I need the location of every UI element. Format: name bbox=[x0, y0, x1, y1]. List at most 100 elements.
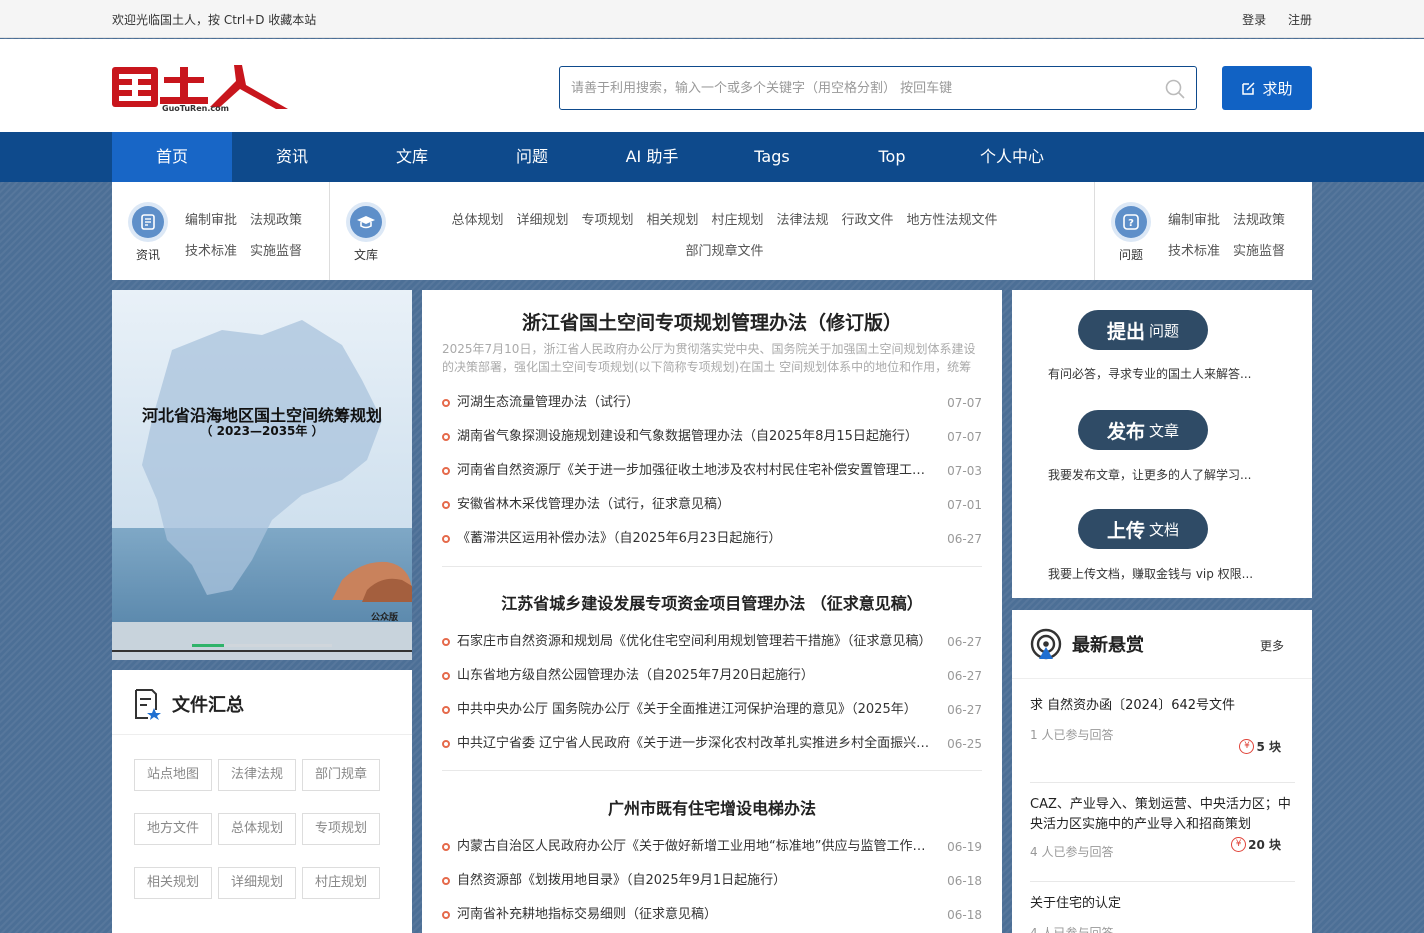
news-item-title[interactable]: 石家庄市自然资源和规划局《优化住宅空间利用规划管理若干措施》（征求意见稿） bbox=[457, 625, 935, 659]
category-link[interactable]: 编制审批 bbox=[1168, 213, 1220, 228]
bounty-more-link[interactable]: 更多 bbox=[1260, 637, 1284, 654]
news-item[interactable]: 中共中央办公厅 国务院办公厅《关于全面推进江河保护治理的意见》（2025年） 06… bbox=[442, 693, 982, 727]
category-link[interactable]: 专项规划 bbox=[581, 213, 633, 228]
news-item-title[interactable]: 《蓄滞洪区运用补偿办法》（自2025年6月23日起施行） bbox=[457, 522, 935, 556]
news-item-title[interactable]: 河南省补充耕地指标交易细则（征求意见稿） bbox=[457, 898, 935, 932]
bounty-question[interactable]: 求 自然资办函〔2024〕642号文件 bbox=[1030, 696, 1295, 716]
category-questions-icon-wrap[interactable]: ? 问题 bbox=[1109, 202, 1153, 263]
category-link[interactable]: 行政文件 bbox=[842, 213, 894, 228]
news-item-title[interactable]: 自然资源部《划拨用地目录》（自2025年9月1日起施行） bbox=[457, 864, 935, 898]
category-link[interactable]: 法规政策 bbox=[1233, 213, 1285, 228]
category-news: 资讯 编制审批 法规政策 技术标准 实施监督 bbox=[112, 182, 329, 280]
news-item-title[interactable]: 河南省自然资源厅《关于进一步加强征收土地涉及农村村民住宅补偿安置管理工作的通知》 bbox=[457, 454, 935, 488]
nav-item-top[interactable]: Top bbox=[832, 132, 952, 182]
help-button[interactable]: 求助 bbox=[1222, 66, 1312, 110]
upload-document-button[interactable]: 上传 文档 bbox=[1078, 509, 1208, 549]
file-summary-title: 文件汇总 bbox=[172, 695, 244, 716]
search-icon[interactable] bbox=[1164, 78, 1186, 100]
search-input[interactable] bbox=[560, 67, 1140, 109]
category-link[interactable]: 编制审批 bbox=[185, 213, 237, 228]
category-link[interactable]: 法规政策 bbox=[250, 213, 302, 228]
bounty-item[interactable]: 求 自然资办函〔2024〕642号文件 1 人已参与回答 ¥5 块 bbox=[1030, 696, 1295, 754]
bounty-reward-amount: 20 块 bbox=[1248, 838, 1281, 852]
category-link[interactable]: 实施监督 bbox=[250, 244, 302, 259]
news-item[interactable]: 中共辽宁省委 辽宁省人民政府《关于进一步深化农村改革扎实推进乡村全面振兴的实施意… bbox=[442, 727, 982, 761]
news-item-date: 06-25 bbox=[947, 737, 982, 751]
news-item[interactable]: 湖南省气象探测设施规划建设和气象数据管理办法（自2025年8月15日起施行） 07… bbox=[442, 420, 982, 454]
nav-item-tags[interactable]: Tags bbox=[712, 132, 832, 182]
news-item-title[interactable]: 河湖生态流量管理办法（试行） bbox=[457, 386, 935, 420]
site-logo[interactable]: GuoTuRen.com bbox=[112, 63, 292, 113]
category-link[interactable]: 实施监督 bbox=[1233, 244, 1285, 259]
news-item[interactable]: 安徽省林木采伐管理办法（试行，征求意见稿） 07-01 bbox=[442, 488, 982, 522]
slider-indicator[interactable] bbox=[192, 644, 332, 647]
category-link[interactable]: 地方性法规文件 bbox=[907, 213, 998, 228]
category-link[interactable]: 相关规划 bbox=[646, 213, 698, 228]
file-tag[interactable]: 详细规划 bbox=[218, 867, 296, 899]
news-item-title[interactable]: 中共中央办公厅 国务院办公厅《关于全面推进江河保护治理的意见》（2025年） bbox=[457, 693, 935, 727]
file-tag[interactable]: 相关规划 bbox=[134, 867, 212, 899]
account-links: 登录 注册 bbox=[1224, 11, 1312, 28]
news-item[interactable]: 石家庄市自然资源和规划局《优化住宅空间利用规划管理若干措施》（征求意见稿） 06-… bbox=[442, 625, 982, 659]
divider bbox=[1030, 782, 1295, 783]
category-questions: ? 问题 编制审批 法规政策 技术标准 实施监督 bbox=[1095, 182, 1312, 280]
banner-slide[interactable]: 河北省沿海地区国土空间统筹规划 （ 2023—2035年 ） 公众版 bbox=[112, 290, 412, 660]
nav-item-news[interactable]: 资讯 bbox=[232, 132, 352, 182]
ask-question-button[interactable]: 提出 问题 bbox=[1078, 310, 1208, 350]
category-news-icon-wrap[interactable]: 资讯 bbox=[126, 202, 170, 263]
bounty-question[interactable]: 关于住宅的认定 bbox=[1030, 894, 1295, 914]
file-tag[interactable]: 部门规章 bbox=[302, 759, 380, 791]
file-tag[interactable]: 村庄规划 bbox=[302, 867, 380, 899]
bounty-participants: 4 人已参与回答 bbox=[1030, 926, 1114, 933]
bullet-icon bbox=[442, 672, 450, 680]
category-link[interactable]: 村庄规划 bbox=[712, 213, 764, 228]
nav-item-ai-assistant[interactable]: AI 助手 bbox=[592, 132, 712, 182]
news-item[interactable]: 河湖生态流量管理办法（试行） 07-07 bbox=[442, 386, 982, 420]
login-link[interactable]: 登录 bbox=[1242, 13, 1266, 27]
category-link[interactable]: 总体规划 bbox=[451, 213, 503, 228]
sub-headline-title[interactable]: 广州市既有住宅增设电梯办法 bbox=[422, 795, 1002, 819]
nav-item-profile[interactable]: 个人中心 bbox=[952, 132, 1072, 182]
divider bbox=[442, 770, 982, 771]
register-link[interactable]: 注册 bbox=[1288, 13, 1312, 27]
publish-article-button[interactable]: 发布 文章 bbox=[1078, 410, 1208, 450]
nav-item-questions[interactable]: 问题 bbox=[472, 132, 592, 182]
news-item[interactable]: 山东省地方级自然公园管理办法（自2025年7月20日起施行） 06-27 bbox=[442, 659, 982, 693]
bounty-item[interactable]: CAZ、产业导入、策划运营、中央活力区；中央活力区实施中的产业导入和招商策划 4… bbox=[1030, 795, 1295, 860]
category-library-icon-wrap[interactable]: 文库 bbox=[344, 202, 388, 263]
category-questions-label: 问题 bbox=[1118, 248, 1143, 262]
news-item[interactable]: 自然资源部《划拨用地目录》（自2025年9月1日起施行） 06-18 bbox=[442, 864, 982, 898]
nav-item-library[interactable]: 文库 bbox=[352, 132, 472, 182]
news-item-title[interactable]: 中共辽宁省委 辽宁省人民政府《关于进一步深化农村改革扎实推进乡村全面振兴的实施意… bbox=[457, 727, 935, 761]
news-item[interactable]: 河南省自然资源厅《关于进一步加强征收土地涉及农村村民住宅补偿安置管理工作的通知》… bbox=[442, 454, 982, 488]
news-item-title[interactable]: 内蒙古自治区人民政府办公厅《关于做好新增工业用地“标准地”供应与监管工作的通知》 bbox=[457, 830, 935, 864]
file-tag[interactable]: 专项规划 bbox=[302, 813, 380, 845]
news-item-title[interactable]: 山东省地方级自然公园管理办法（自2025年7月20日起施行） bbox=[457, 659, 935, 693]
category-link[interactable]: 技术标准 bbox=[1168, 244, 1220, 259]
news-item-date: 07-01 bbox=[947, 498, 982, 512]
headline-title[interactable]: 浙江省国土空间专项规划管理办法（修订版） bbox=[422, 308, 1002, 335]
category-link[interactable]: 详细规划 bbox=[516, 213, 568, 228]
category-link[interactable]: 部门规章文件 bbox=[685, 244, 763, 259]
category-link[interactable]: 技术标准 bbox=[185, 244, 237, 259]
news-item-title[interactable]: 湖南省气象探测设施规划建设和气象数据管理办法（自2025年8月15日起施行） bbox=[457, 420, 935, 454]
bounty-item[interactable]: 关于住宅的认定 4 人已参与回答 bbox=[1030, 894, 1295, 933]
sub-headline-title[interactable]: 江苏省城乡建设发展专项资金项目管理办法 （征求意见稿） bbox=[422, 590, 1002, 614]
news-item-title[interactable]: 安徽省林木采伐管理办法（试行，征求意见稿） bbox=[457, 488, 935, 522]
divider bbox=[112, 734, 412, 735]
upload-document-desc: 我要上传文档，赚取金钱与 vip 权限... bbox=[1048, 567, 1254, 581]
file-tag[interactable]: 站点地图 bbox=[134, 759, 212, 791]
edit-icon bbox=[1242, 81, 1256, 95]
news-item[interactable]: 《蓄滞洪区运用补偿办法》（自2025年6月23日起施行） 06-27 bbox=[442, 522, 982, 556]
file-tag[interactable]: 总体规划 bbox=[218, 813, 296, 845]
bullet-icon bbox=[442, 467, 450, 475]
file-tag[interactable]: 地方文件 bbox=[134, 813, 212, 845]
nav-item-home[interactable]: 首页 bbox=[112, 132, 232, 182]
news-item[interactable]: 河南省补充耕地指标交易细则（征求意见稿） 06-18 bbox=[442, 898, 982, 932]
news-item-date: 06-18 bbox=[947, 874, 982, 888]
banner-image bbox=[112, 290, 412, 660]
category-link[interactable]: 法律法规 bbox=[777, 213, 829, 228]
file-tag[interactable]: 法律法规 bbox=[218, 759, 296, 791]
news-item[interactable]: 内蒙古自治区人民政府办公厅《关于做好新增工业用地“标准地”供应与监管工作的通知》… bbox=[442, 830, 982, 864]
bounty-question[interactable]: CAZ、产业导入、策划运营、中央活力区；中央活力区实施中的产业导入和招商策划 bbox=[1030, 795, 1295, 835]
